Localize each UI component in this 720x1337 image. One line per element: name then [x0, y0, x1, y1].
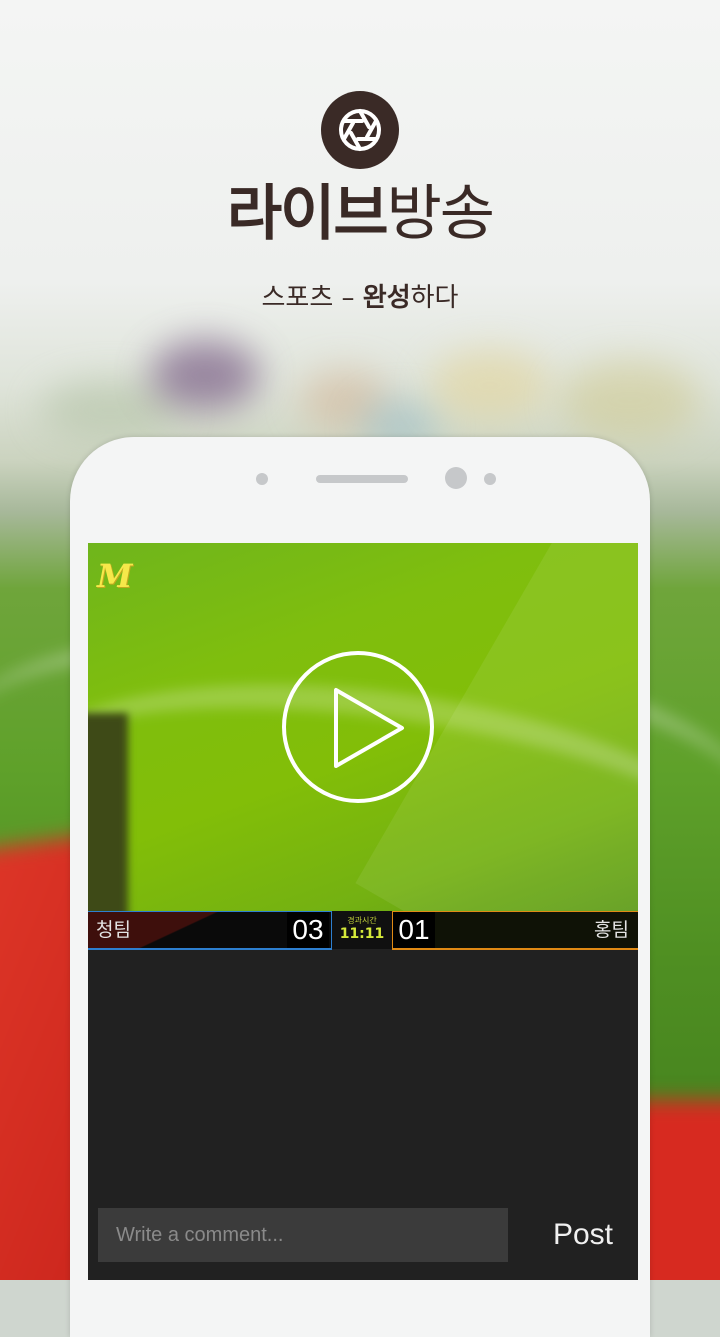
team-right-name: 홍팀 — [594, 919, 629, 941]
background-blur — [560, 360, 700, 440]
timer-value: 11:11 — [339, 926, 385, 942]
title-light: 방송 — [386, 179, 495, 249]
elapsed-timer: 경과시간 11:11 — [334, 913, 390, 947]
subtitle-post: 하다 — [410, 283, 459, 313]
comment-input[interactable] — [98, 1208, 508, 1262]
channel-logo: M — [97, 557, 133, 595]
background-blur — [430, 350, 550, 420]
video-shadow — [88, 713, 128, 911]
background-blur — [150, 340, 260, 410]
sensor-dot — [256, 473, 268, 485]
team-right: 01 홍팀 — [392, 911, 638, 950]
phone-screen: M 청팀 03 경과시간 11:11 01 홍팀 Post — [88, 543, 638, 1280]
team-left-score: 03 — [287, 912, 329, 948]
team-left-name: 청팀 — [96, 919, 131, 941]
app-subtitle: 스포츠 – 완성하다 — [0, 280, 720, 316]
team-left: 청팀 03 — [88, 911, 332, 950]
timer-label: 경과시간 — [347, 916, 377, 925]
title-bold: 라이브 — [226, 179, 389, 249]
play-circle-icon[interactable] — [281, 650, 435, 804]
front-camera — [445, 467, 467, 489]
subtitle-pre: 스포츠 – — [261, 283, 363, 313]
video-player[interactable]: M — [88, 543, 638, 911]
phone-speaker — [316, 475, 408, 483]
camera-aperture-icon — [321, 91, 399, 169]
post-button[interactable]: Post — [528, 1209, 638, 1261]
app-title: 라이브방송 — [0, 178, 720, 250]
scoreboard: 청팀 03 경과시간 11:11 01 홍팀 — [88, 911, 638, 950]
sensor-dot — [484, 473, 496, 485]
subtitle-bold: 완성 — [362, 283, 411, 313]
team-right-score: 01 — [393, 912, 435, 948]
